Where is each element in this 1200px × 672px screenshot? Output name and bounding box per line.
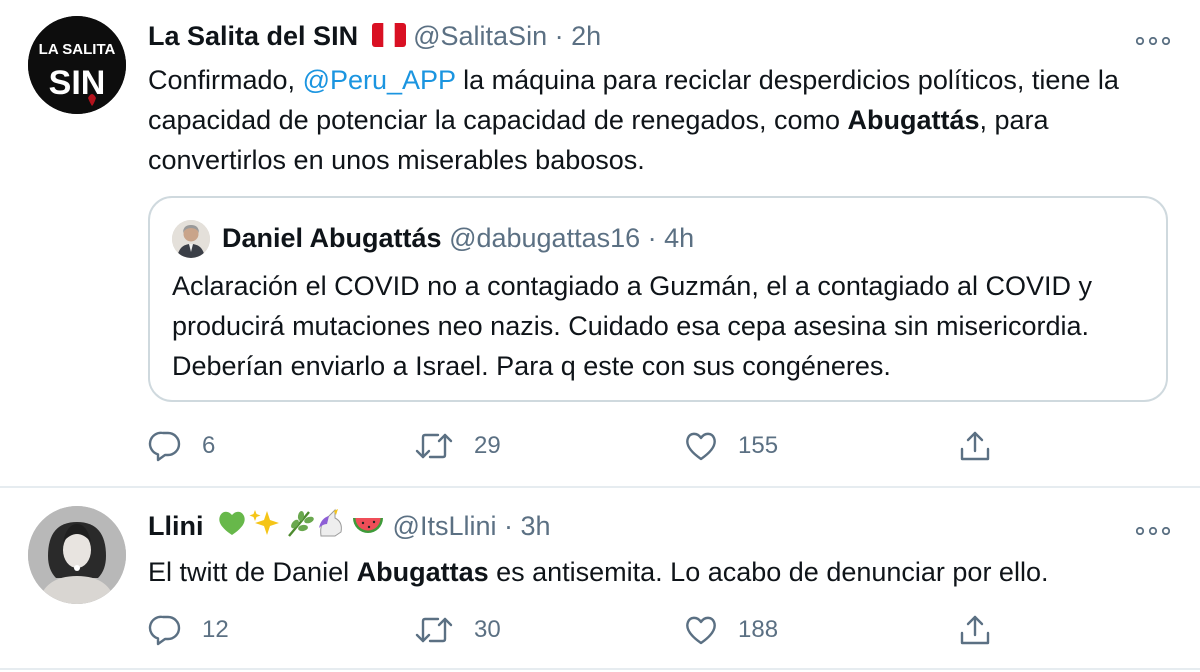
reply-button[interactable]: 6 [148, 426, 215, 466]
quoted-header: Daniel Abugattás @dabugattas16 · 4h [222, 220, 694, 256]
reply-count: 6 [202, 432, 216, 459]
tweet[interactable]: Llini @ItsLlini · 3h El twitt de Daniel … [0, 488, 1200, 672]
avatar-logo-text-top: LA SALITA [39, 41, 116, 58]
share-button[interactable] [958, 610, 992, 650]
name-emojis [217, 508, 385, 547]
timestamp[interactable]: 3h [521, 511, 551, 541]
like-icon [684, 614, 718, 646]
green-heart-icon [219, 512, 245, 536]
quoted-timestamp[interactable]: 4h [664, 223, 694, 253]
unicorn-icon [319, 509, 342, 537]
tweet-text-part: El twitt de Daniel [148, 557, 357, 587]
reply-count: 12 [202, 616, 229, 643]
like-button[interactable]: 188 [684, 610, 778, 650]
mention-link[interactable]: @Peru_APP [303, 65, 456, 95]
tweet[interactable]: LA SALITA SIN La Salita del SIN @SalitaS… [0, 0, 1200, 486]
watermelon-icon [353, 518, 384, 534]
more-options-icon[interactable] [1135, 522, 1171, 536]
tweet-text-part: Confirmado, [148, 65, 303, 95]
share-icon [958, 613, 992, 647]
share-button[interactable] [958, 426, 992, 466]
retweet-icon [414, 614, 454, 646]
quoted-tweet[interactable]: Daniel Abugattás @dabugattas16 · 4h Acla… [148, 196, 1168, 402]
tweet-actions: 6 29 155 [148, 426, 1008, 466]
quoted-text: Aclaración el COVID no a contagiado a Gu… [172, 271, 1092, 381]
tweet-text-part: es antisemita. Lo acabo de denunciar por… [488, 557, 1049, 587]
herb-icon [288, 511, 314, 538]
handle[interactable]: @SalitaSin [413, 21, 547, 51]
tweet-divider [0, 668, 1200, 670]
retweet-button[interactable]: 30 [414, 610, 501, 650]
quoted-handle[interactable]: @dabugattas16 [449, 223, 640, 253]
separator: · [554, 21, 564, 51]
avatar-logo-text-main: SIN [49, 64, 106, 102]
avatar[interactable]: LA SALITA SIN [28, 16, 126, 114]
separator: · [647, 223, 657, 253]
quoted-display-name[interactable]: Daniel Abugattás [222, 223, 442, 253]
like-button[interactable]: 155 [684, 426, 778, 466]
like-icon [684, 430, 718, 462]
reply-button[interactable]: 12 [148, 610, 229, 650]
highlighted-term: Abugattas [356, 557, 489, 587]
tweet-header: La Salita del SIN @SalitaSin · 2h [148, 18, 601, 56]
more-options-icon[interactable] [1135, 32, 1171, 46]
like-count: 188 [738, 616, 779, 643]
retweet-count: 29 [474, 432, 501, 459]
retweet-icon [414, 430, 454, 462]
sparkles-icon [249, 510, 280, 536]
like-count: 155 [738, 432, 779, 459]
highlighted-term: Abugattás [847, 105, 980, 135]
share-icon [958, 429, 992, 463]
retweet-button[interactable]: 29 [414, 426, 501, 466]
retweet-count: 30 [474, 616, 501, 643]
display-name[interactable]: Llini [148, 511, 204, 541]
separator: · [504, 511, 513, 541]
reply-icon [148, 614, 182, 646]
tweet-actions: 12 30 188 [148, 610, 1008, 650]
handle[interactable]: @ItsLlini [393, 511, 497, 541]
tweet-header: Llini @ItsLlini · 3h [148, 508, 551, 547]
avatar[interactable] [28, 506, 126, 604]
peru-flag-icon [371, 20, 406, 56]
reply-icon [148, 430, 182, 462]
tweet-text: Confirmado, @Peru_APP la máquina para re… [148, 60, 1168, 180]
quoted-avatar[interactable] [172, 220, 210, 258]
display-name[interactable]: La Salita del SIN [148, 21, 358, 51]
tweet-text: El twitt de Daniel Abugattas es antisemi… [148, 552, 1168, 592]
timestamp[interactable]: 2h [571, 21, 601, 51]
